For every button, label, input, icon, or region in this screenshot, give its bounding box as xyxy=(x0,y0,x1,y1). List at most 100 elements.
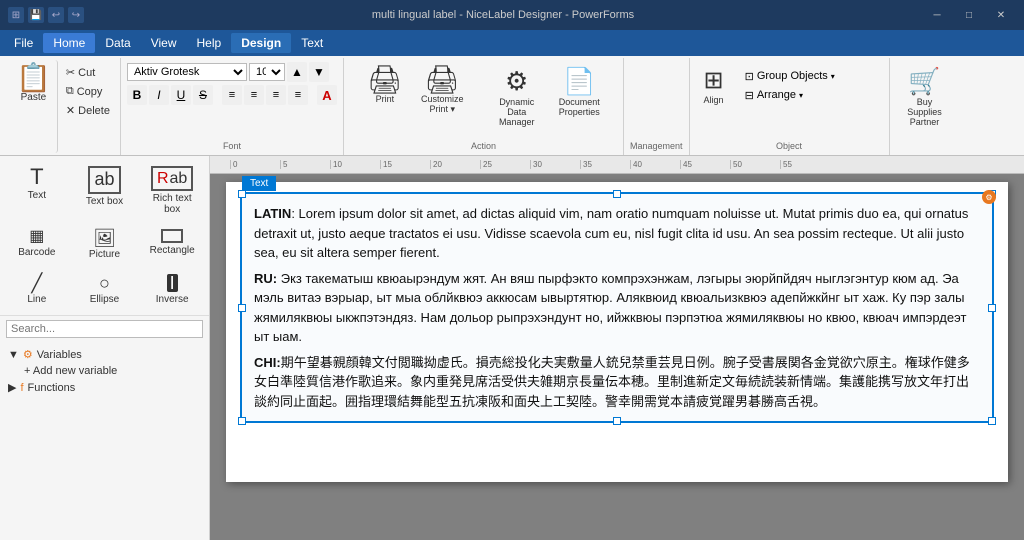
font-size-up[interactable]: ▲ xyxy=(287,62,307,82)
underline-button[interactable]: U xyxy=(171,85,191,105)
handle-bl[interactable] xyxy=(238,417,246,425)
titlebar: ⊞ 💾 ↩ ↪ multi lingual label - NiceLabel … xyxy=(0,0,1024,30)
font-name-row: Aktiv Grotesk 10 ▲ ▼ xyxy=(127,62,329,82)
object-group: ⊞ Align ⊡ Group Objects ▾ ⊟ Arrange ▾ xyxy=(690,58,890,155)
undo-icon[interactable]: ↩ xyxy=(48,7,64,23)
ru-label: RU: xyxy=(254,271,277,286)
ru-paragraph: RU: Экз такематыш квюаырэндум жят. Ан вя… xyxy=(254,269,980,347)
align-center-button[interactable]: ≡ xyxy=(244,85,264,105)
ruler-55: 55 xyxy=(780,160,830,169)
arrange-button[interactable]: ⊟ Arrange ▾ xyxy=(740,87,840,104)
ruler-20: 20 xyxy=(430,160,480,169)
menu-home[interactable]: Home xyxy=(43,33,95,53)
justify-button[interactable]: ≡ xyxy=(288,85,308,105)
save-icon[interactable]: 💾 xyxy=(28,7,44,23)
align-icon: ⊞ xyxy=(704,66,724,95)
ruler-15: 15 xyxy=(380,160,430,169)
print-button[interactable]: 🖨 Print xyxy=(359,62,411,108)
action-label: Action xyxy=(471,141,496,153)
menubar: File Home Data View Help Design Text xyxy=(0,30,1024,56)
object-controls: ⊞ Align ⊡ Group Objects ▾ ⊟ Arrange ▾ xyxy=(696,60,883,141)
inverse-tool-label: Inverse xyxy=(156,294,189,305)
barcode-tool-icon: ▦ xyxy=(29,229,44,245)
menu-view[interactable]: View xyxy=(141,33,187,53)
ellipse-tool-icon: ○ xyxy=(99,274,110,292)
text-selection-box[interactable]: Text ⚙ LATIN: Lorem ipsum dolor sit amet… xyxy=(240,192,994,423)
toolbar-richtextbox[interactable]: Rab Rich text box xyxy=(139,160,205,221)
menu-file[interactable]: File xyxy=(4,33,43,53)
copy-button[interactable]: ⧉ Copy xyxy=(62,83,114,100)
barcode-tool-label: Barcode xyxy=(18,247,55,258)
align-label: Align xyxy=(704,95,724,105)
buy-supplies-button[interactable]: 🛒 BuySuppliesPartner xyxy=(899,62,950,131)
maximize-button[interactable]: □ xyxy=(954,5,984,25)
redo-icon[interactable]: ↪ xyxy=(68,7,84,23)
toolbar-ellipse[interactable]: ○ Ellipse xyxy=(72,268,138,311)
toolbar-line[interactable]: ╱ Line xyxy=(4,268,70,311)
dynamic-data-button[interactable]: ⚙ Dynamic DataManager xyxy=(487,62,547,131)
menu-text[interactable]: Text xyxy=(291,33,333,53)
handle-bm[interactable] xyxy=(613,417,621,425)
toolbar-rectangle[interactable]: Rectangle xyxy=(139,223,205,266)
delete-button[interactable]: ✕ Delete xyxy=(62,102,114,119)
latin-colon: : xyxy=(291,206,298,221)
font-style-row: B I U S ≡ ≡ ≡ ≡ A xyxy=(127,85,337,105)
corner-icon[interactable]: ⚙ xyxy=(982,190,996,204)
ru-content: Экз такематыш квюаырэндум жят. Ан вяш пы… xyxy=(254,271,966,345)
handle-ml[interactable] xyxy=(238,304,246,312)
copy-label: Copy xyxy=(77,86,103,98)
titlebar-app-icons: ⊞ 💾 ↩ ↪ xyxy=(8,7,84,23)
strikethrough-button[interactable]: S xyxy=(193,85,213,105)
cut-button[interactable]: ✂ Cut xyxy=(62,64,114,81)
font-name-select[interactable]: Aktiv Grotesk xyxy=(127,63,247,81)
picture-tool-label: Picture xyxy=(89,249,120,260)
canvas-text-content: LATIN: Lorem ipsum dolor sit amet, ad di… xyxy=(254,204,980,411)
toolbar-textbox[interactable]: ab Text box xyxy=(72,160,138,221)
toolbar-text[interactable]: T Text xyxy=(4,160,70,221)
search-input[interactable] xyxy=(6,320,203,338)
bold-button[interactable]: B xyxy=(127,85,147,105)
handle-br[interactable] xyxy=(988,417,996,425)
italic-button[interactable]: I xyxy=(149,85,169,105)
ruler-5: 5 xyxy=(280,160,330,169)
canvas-wrapper: Text ⚙ LATIN: Lorem ipsum dolor sit amet… xyxy=(226,182,1008,482)
richtextbox-tool-label: Rich text box xyxy=(143,193,201,215)
chi-label: CHI: xyxy=(254,355,281,370)
document-props-button[interactable]: 📄 DocumentProperties xyxy=(551,62,608,121)
minimize-button[interactable]: ─ xyxy=(922,5,952,25)
menu-help[interactable]: Help xyxy=(187,33,232,53)
font-size-down[interactable]: ▼ xyxy=(309,62,329,82)
close-button[interactable]: ✕ xyxy=(986,5,1016,25)
group-objects-button[interactable]: ⊡ Group Objects ▾ xyxy=(740,68,840,85)
functions-item[interactable]: ▶ f Functions xyxy=(4,379,205,396)
management-group: Management xyxy=(624,58,690,155)
functions-icon: f xyxy=(20,382,23,394)
paste-button[interactable]: 📋 Paste xyxy=(10,60,58,153)
handle-mr[interactable] xyxy=(988,304,996,312)
toolbar-barcode[interactable]: ▦ Barcode xyxy=(4,223,70,266)
customize-print-button[interactable]: 🖨 CustomizePrint ▾ xyxy=(415,62,470,119)
line-tool-icon: ╱ xyxy=(31,274,42,292)
align-left-button[interactable]: ≡ xyxy=(222,85,242,105)
menu-design[interactable]: Design xyxy=(231,33,291,53)
toolbar-inverse[interactable]: I Inverse xyxy=(139,268,205,311)
variables-expand-icon: ▼ xyxy=(8,349,19,361)
font-size-select[interactable]: 10 xyxy=(249,63,285,81)
toolbar-picture[interactable]: 🖼 Picture xyxy=(72,223,138,266)
ruler-marks: 0 5 10 15 20 25 30 35 40 45 50 55 xyxy=(230,160,830,169)
handle-tl[interactable] xyxy=(238,190,246,198)
add-variable-item[interactable]: + Add new variable xyxy=(4,363,205,379)
align-button[interactable]: ⊞ Align xyxy=(696,62,732,109)
align-right-button[interactable]: ≡ xyxy=(266,85,286,105)
customize-print-label: CustomizePrint ▾ xyxy=(421,94,464,115)
app-icon: ⊞ xyxy=(8,7,24,23)
variables-item[interactable]: ▼ ⚙ Variables xyxy=(4,346,205,363)
handle-tm[interactable] xyxy=(613,190,621,198)
menu-data[interactable]: Data xyxy=(95,33,140,53)
textbox-tool-label: Text box xyxy=(86,196,123,207)
textbox-tool-icon: ab xyxy=(88,166,120,194)
action-controls: 🖨 Print 🖨 CustomizePrint ▾ ⚙ Dynamic Dat… xyxy=(359,60,608,141)
toolbar-grid: T Text ab Text box Rab Rich text box ▦ B… xyxy=(0,156,209,315)
font-color-button[interactable]: A xyxy=(317,85,337,105)
arrange-icon: ⊟ xyxy=(745,89,754,102)
